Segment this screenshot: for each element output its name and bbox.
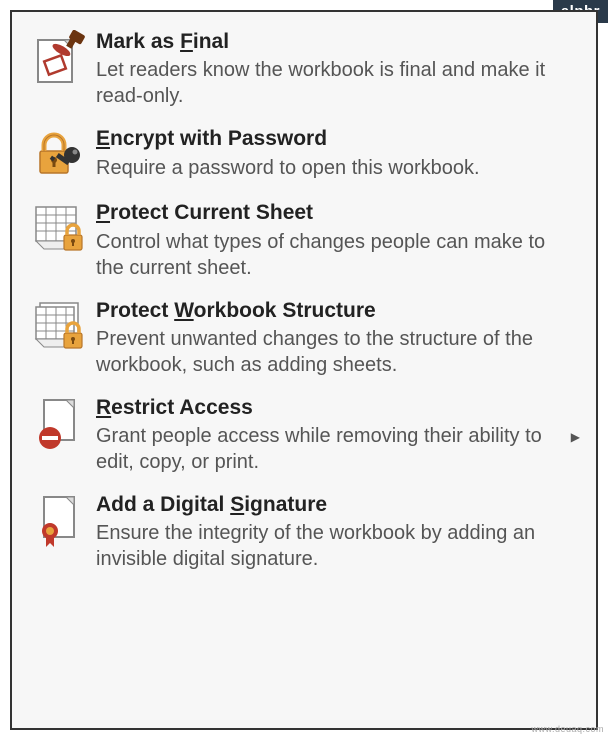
menu-item-title: Restrict Access — [96, 394, 564, 421]
sheet-lock-icon — [24, 199, 96, 257]
menu-item-title: Protect Current Sheet — [96, 199, 564, 226]
menu-item-restrict-access[interactable]: Restrict Access Grant people access whil… — [20, 388, 588, 485]
document-ribbon-icon — [24, 491, 96, 549]
watermark: www.deuaq.com — [531, 724, 604, 734]
submenu-arrow-icon: ▶ — [571, 430, 580, 444]
menu-item-title: Add a Digital Signature — [96, 491, 564, 518]
menu-item-description: Let readers know the workbook is final a… — [96, 57, 564, 109]
menu-item-mark-as-final[interactable]: Mark as Final Let readers know the workb… — [20, 22, 588, 119]
menu-item-protect-workbook-structure[interactable]: Protect Workbook Structure Prevent unwan… — [20, 291, 588, 388]
menu-item-title: Protect Workbook Structure — [96, 297, 564, 324]
stamp-icon — [24, 28, 96, 86]
workbook-lock-icon — [24, 297, 96, 355]
lock-key-icon — [24, 125, 96, 183]
protect-workbook-menu: Mark as Final Let readers know the workb… — [10, 10, 598, 730]
menu-item-add-digital-signature[interactable]: Add a Digital Signature Ensure the integ… — [20, 485, 588, 582]
document-restrict-icon — [24, 394, 96, 452]
menu-item-encrypt-with-password[interactable]: Encrypt with Password Require a password… — [20, 119, 588, 193]
menu-item-description: Ensure the integrity of the workbook by … — [96, 520, 564, 572]
menu-item-title: Encrypt with Password — [96, 125, 564, 152]
menu-item-protect-current-sheet[interactable]: Protect Current Sheet Control what types… — [20, 193, 588, 290]
menu-item-description: Require a password to open this workbook… — [96, 155, 564, 181]
menu-item-description: Control what types of changes people can… — [96, 229, 564, 281]
menu-item-description: Grant people access while removing their… — [96, 423, 564, 475]
menu-item-description: Prevent unwanted changes to the structur… — [96, 326, 564, 378]
menu-item-title: Mark as Final — [96, 28, 564, 55]
